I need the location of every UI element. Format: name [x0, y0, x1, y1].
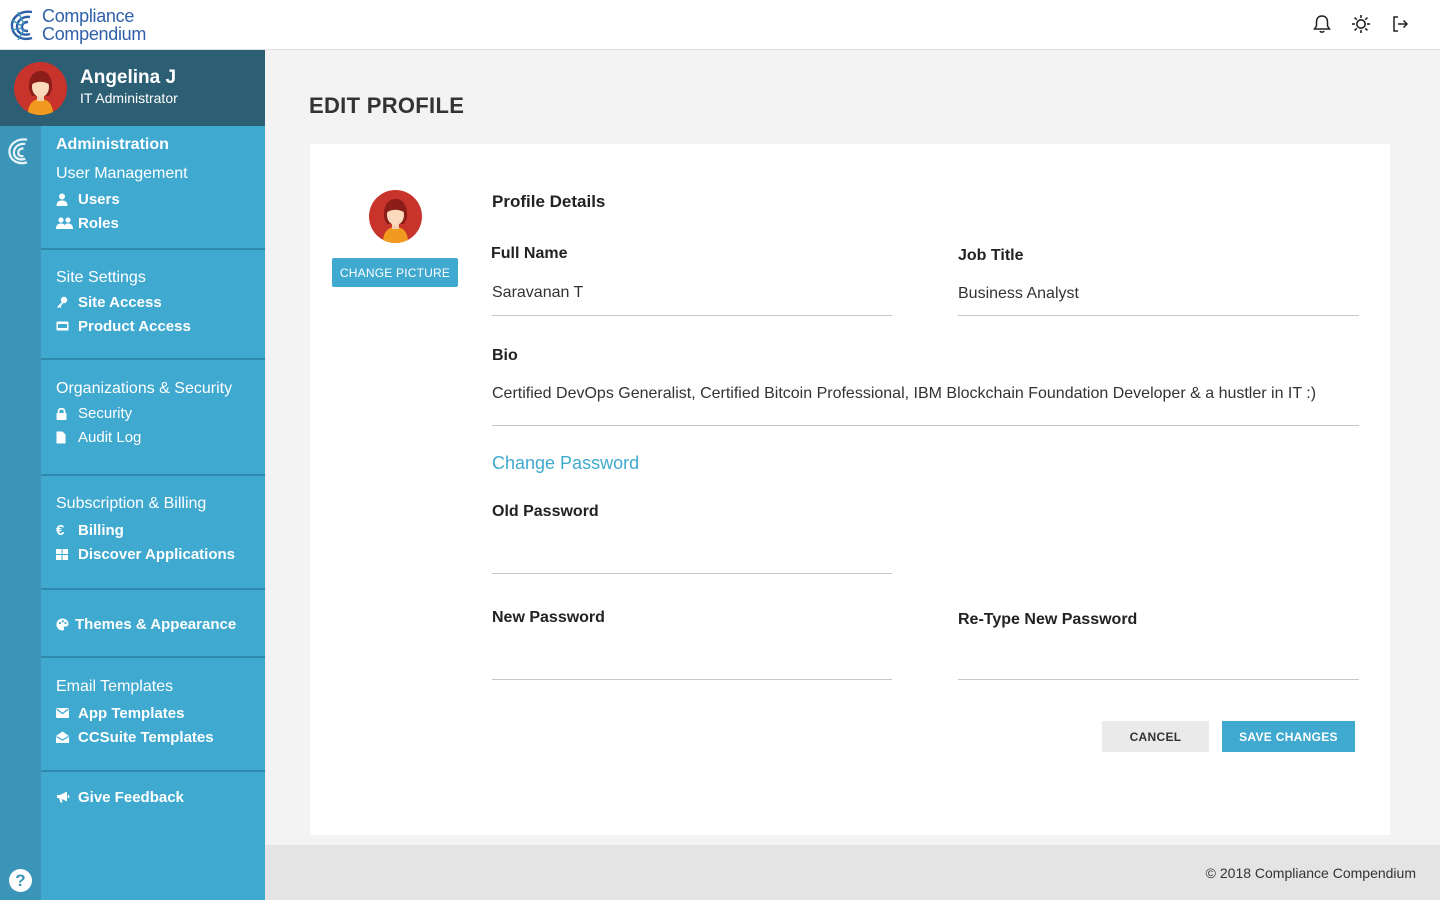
- bell-icon[interactable]: [1311, 13, 1332, 35]
- job-title-field[interactable]: [958, 285, 1359, 316]
- sidebar-rail: ?: [0, 126, 41, 900]
- sidebar-item-label: Site Access: [78, 293, 162, 311]
- top-bar: Compliance Compendium: [0, 0, 1440, 50]
- section-organizations-security: Organizations & Security Security Audit …: [41, 360, 265, 476]
- sidebar-item-site-access[interactable]: Site Access: [56, 290, 265, 314]
- key-icon: [56, 296, 78, 308]
- section-title: Email Templates: [56, 678, 174, 695]
- retype-password-input[interactable]: [958, 648, 1359, 666]
- bio-field[interactable]: [492, 385, 1359, 426]
- brand-logo[interactable]: Compliance Compendium: [8, 6, 146, 44]
- envelope-open-icon: [56, 731, 78, 743]
- section-themes: Themes & Appearance: [41, 590, 265, 658]
- profile-avatar: [369, 190, 422, 243]
- sidebar-item-app-templates[interactable]: App Templates: [56, 701, 265, 725]
- sidebar-item-label: Billing: [78, 521, 124, 539]
- change-password-heading: Change Password: [492, 453, 640, 473]
- palette-icon: [56, 618, 75, 631]
- sidebar-item-label: Give Feedback: [78, 788, 184, 806]
- page-title: EDIT PROFILE: [309, 93, 465, 118]
- sidebar-item-label: Security: [78, 404, 133, 422]
- edit-profile-card: CHANGE PICTURE Profile Details Full Name…: [310, 144, 1390, 835]
- brand-logo-icon: [10, 10, 33, 41]
- current-user-panel[interactable]: Angelina J IT Administrator: [0, 50, 265, 126]
- user-role: IT Administrator: [80, 90, 178, 106]
- section-site-settings: Site Settings Site Access Product Access: [41, 250, 265, 360]
- sidebar-item-label: Discover Applications: [78, 545, 235, 563]
- sidebar-item-discover-applications[interactable]: Discover Applications: [56, 542, 265, 566]
- sidebar-item-billing[interactable]: € Billing: [56, 518, 265, 542]
- section-feedback: Give Feedback: [41, 772, 265, 809]
- subsection-title: User Management: [56, 165, 188, 182]
- avatar: [14, 62, 67, 115]
- sidebar-item-audit-log[interactable]: Audit Log: [56, 425, 265, 449]
- logout-icon[interactable]: [1389, 13, 1410, 35]
- sidebar-item-ccsuite-templates[interactable]: CCSuite Templates: [56, 725, 265, 749]
- lock-icon: [56, 407, 78, 420]
- sidebar-item-label: CCSuite Templates: [78, 728, 214, 746]
- help-button[interactable]: ?: [9, 869, 32, 892]
- full-name-input[interactable]: [492, 284, 892, 302]
- sidebar-item-give-feedback[interactable]: Give Feedback: [56, 785, 265, 809]
- brand-name: Compliance Compendium: [42, 7, 146, 43]
- copyright-text: © 2018 Compliance Compendium: [1205, 865, 1416, 881]
- retype-password-field[interactable]: [958, 648, 1359, 680]
- sidebar-item-label: Roles: [78, 214, 119, 232]
- footer: © 2018 Compliance Compendium: [265, 845, 1440, 900]
- section-email-templates: Email Templates App Templates CCSuite Te…: [41, 658, 265, 772]
- sidebar-item-users[interactable]: Users: [56, 187, 265, 211]
- cancel-button[interactable]: CANCEL: [1102, 721, 1209, 752]
- sidebar-item-themes-appearance[interactable]: Themes & Appearance: [56, 612, 265, 636]
- sidebar-item-roles[interactable]: Roles: [56, 211, 265, 235]
- brand-line-1: Compliance: [42, 6, 135, 26]
- sidebar-item-security[interactable]: Security: [56, 401, 265, 425]
- new-password-field[interactable]: [492, 648, 892, 680]
- euro-icon: €: [56, 521, 65, 539]
- brand-logo-icon[interactable]: [6, 134, 34, 168]
- user-name: Angelina J: [80, 67, 177, 88]
- full-name-field[interactable]: [492, 284, 892, 316]
- top-actions: [1311, 13, 1410, 35]
- retype-password-label: Re-Type New Password: [958, 611, 1138, 628]
- new-password-input[interactable]: [492, 648, 892, 666]
- old-password-input[interactable]: [492, 542, 892, 560]
- sidebar-item-label: Audit Log: [78, 428, 142, 446]
- sidebar-item-label: Product Access: [78, 317, 191, 335]
- section-subscription-billing: Subscription & Billing € Billing Discove…: [41, 476, 265, 590]
- card-icon: [56, 321, 78, 331]
- full-name-label: Full Name: [491, 245, 568, 262]
- job-title-label: Job Title: [958, 247, 1024, 264]
- profile-details-heading: Profile Details: [492, 192, 606, 211]
- bio-input[interactable]: [492, 385, 1359, 403]
- megaphone-icon: [56, 791, 78, 803]
- file-icon: [56, 431, 78, 444]
- user-icon: [56, 193, 78, 206]
- sidebar-item-label: Themes & Appearance: [75, 615, 237, 633]
- section-title: Organizations & Security: [56, 380, 233, 397]
- change-picture-button[interactable]: CHANGE PICTURE: [332, 258, 458, 287]
- old-password-field[interactable]: [492, 542, 892, 574]
- new-password-label: New Password: [492, 609, 605, 626]
- bio-label: Bio: [492, 347, 518, 364]
- sun-icon[interactable]: [1350, 13, 1371, 35]
- old-password-label: Old Password: [492, 503, 599, 520]
- sidebar-item-label: Users: [78, 190, 120, 208]
- section-title: Administration: [56, 136, 169, 153]
- job-title-input[interactable]: [958, 285, 1359, 303]
- users-icon: [56, 217, 78, 229]
- section-title: Site Settings: [56, 269, 146, 286]
- sidebar-item-label: App Templates: [78, 704, 185, 722]
- save-changes-button[interactable]: SAVE CHANGES: [1222, 721, 1355, 752]
- grid-icon: [56, 548, 78, 560]
- sidebar-menu: Administration User Management Users Rol…: [41, 126, 265, 900]
- section-title: Subscription & Billing: [56, 495, 207, 512]
- section-administration: Administration User Management Users Rol…: [41, 126, 265, 250]
- brand-line-2: Compendium: [42, 24, 147, 44]
- sidebar-item-product-access[interactable]: Product Access: [56, 314, 265, 338]
- envelope-icon: [56, 708, 78, 718]
